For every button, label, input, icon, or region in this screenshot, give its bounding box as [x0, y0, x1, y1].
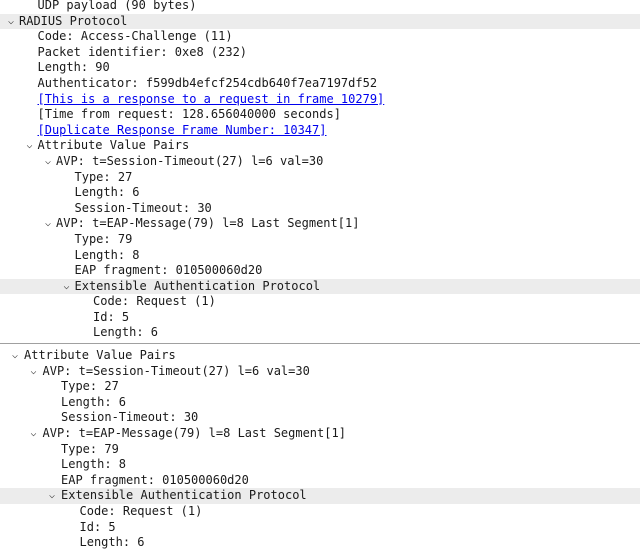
tree-row-radius-protocol[interactable]: ⌵ RADIUS Protocol: [0, 13, 640, 30]
tree-row-label: Id: 5: [93, 309, 130, 324]
tree-row-type-27[interactable]: Type: 27: [0, 379, 640, 395]
tree-row-label: Id: 5: [79, 519, 116, 534]
tree-row-length-8[interactable]: Length: 8: [0, 457, 640, 473]
expand-toggle-icon[interactable]: ⌵: [28, 426, 40, 442]
expand-toggle-icon[interactable]: ⌵: [61, 279, 73, 295]
tree-row-label: Session-Timeout: 30: [74, 200, 212, 215]
tree-row-avp-t-eap-message-79-l-8-last-segment-1[interactable]: ⌵ AVP: t=EAP-Message(79) l=8 Last Segment…: [0, 426, 640, 442]
frame-link[interactable]: [This is a response to a request in fram…: [38, 92, 385, 108]
packet-details-tree-bottom[interactable]: ⌵ Attribute Value Pairs ⌵ AVP: t=Session-Ti…: [0, 347, 640, 549]
tree-row-label: Length: 6: [74, 185, 140, 200]
tree-row-time-from-request-128-656040000-seconds[interactable]: [Time from request: 128.656040000 second…: [0, 107, 640, 123]
expand-toggle-icon[interactable]: ⌵: [9, 348, 21, 364]
tree-row-this-is-a-response-to-a-request-in-frame[interactable]: [This is a response to a request in fram…: [0, 92, 640, 108]
tree-row-udp-payload-90-bytes[interactable]: UDP payload (90 bytes): [0, 0, 640, 14]
tree-row-label: UDP payload (90 bytes): [37, 0, 197, 12]
tree-row-label: Length: 8: [74, 247, 140, 262]
tree-row-label: Type: 27: [61, 379, 119, 394]
tree-row-eap-fragment-010500060d20[interactable]: EAP fragment: 010500060d20: [0, 263, 640, 279]
tree-row-label: Authenticator: f599db4efcf254cdb640f7ea7…: [37, 75, 378, 90]
tree-row-session-timeout-30[interactable]: Session-Timeout: 30: [0, 201, 640, 217]
tree-row-label: AVP: t=Session-Timeout(27) l=6 val=30: [42, 363, 310, 378]
tree-row-attribute-value-pairs[interactable]: ⌵ Attribute Value Pairs: [0, 138, 640, 154]
tree-row-label: Length: 6: [61, 394, 127, 409]
tree-row-length-8[interactable]: Length: 8: [0, 248, 640, 264]
expand-toggle-icon[interactable]: ⌵: [24, 138, 36, 154]
tree-row-extensible-authentication-protocol[interactable]: ⌵ Extensible Authentication Protocol: [0, 278, 640, 295]
tree-row-code-access-challenge-11[interactable]: Code: Access-Challenge (11): [0, 29, 640, 45]
expand-toggle-icon[interactable]: ⌵: [42, 154, 54, 170]
tree-row-label: AVP: t=Session-Timeout(27) l=6 val=30: [56, 153, 324, 168]
tree-row-label: Attribute Value Pairs: [37, 138, 190, 153]
tree-row-label: Type: 27: [74, 169, 133, 184]
tree-row-label: Length: 90: [37, 60, 110, 75]
tree-row-extensible-authentication-protocol[interactable]: ⌵ Extensible Authentication Protocol: [0, 488, 640, 504]
tree-row-length-6[interactable]: Length: 6: [0, 185, 640, 201]
tree-row-id-5[interactable]: Id: 5: [0, 310, 640, 326]
tree-row-length-90[interactable]: Length: 90: [0, 60, 640, 76]
tree-row-label: Length: 6: [79, 535, 145, 549]
tree-row-label: Extensible Authentication Protocol: [74, 278, 321, 293]
tree-row-label: Session-Timeout: 30: [61, 410, 199, 425]
tree-row-label: RADIUS Protocol: [19, 13, 128, 28]
tree-row-label: Length: 6: [93, 325, 159, 340]
tree-row-label: AVP: t=EAP-Message(79) l=8 Last Segment[…: [56, 216, 360, 231]
tree-row-eap-fragment-010500060d20[interactable]: EAP fragment: 010500060d20: [0, 473, 640, 489]
tree-row-label: Extensible Authentication Protocol: [61, 488, 307, 503]
tree-row-label: Length: 8: [61, 457, 127, 472]
tree-row-label: Code: Request (1): [79, 503, 203, 518]
tree-row-label: Code: Access-Challenge (11): [37, 29, 233, 44]
expand-toggle-icon[interactable]: ⌵: [5, 14, 17, 30]
tree-row-label: AVP: t=EAP-Message(79) l=8 Last Segment[…: [42, 425, 346, 440]
tree-row-label: Packet identifier: 0xe8 (232): [37, 44, 248, 59]
tree-row-avp-t-eap-message-79-l-8-last-segment-1[interactable]: ⌵ AVP: t=EAP-Message(79) l=8 Last Segment…: [0, 216, 640, 232]
tree-row-authenticator-f599db4efcf254cdb640f7ea71[interactable]: Authenticator: f599db4efcf254cdb640f7ea7…: [0, 76, 640, 92]
tree-row-label: Type: 79: [61, 441, 119, 456]
expand-toggle-icon[interactable]: ⌵: [42, 216, 54, 232]
tree-row-length-6[interactable]: Length: 6: [0, 325, 640, 341]
tree-row-avp-t-session-timeout-27-l-6-val-30[interactable]: ⌵ AVP: t=Session-Timeout(27) l=6 val=30: [0, 364, 640, 380]
tree-row-packet-identifier-0xe8-232[interactable]: Packet identifier: 0xe8 (232): [0, 45, 640, 61]
tree-row-label: EAP fragment: 010500060d20: [74, 263, 263, 278]
tree-row-attribute-value-pairs[interactable]: ⌵ Attribute Value Pairs: [0, 348, 640, 364]
tree-row-type-79[interactable]: Type: 79: [0, 442, 640, 458]
tree-row-label: EAP fragment: 010500060d20: [61, 472, 249, 487]
expand-toggle-icon[interactable]: ⌵: [28, 364, 40, 380]
packet-details-tree-top[interactable]: UDP payload (90 bytes) ⌵ RADIUS Protocol Co…: [0, 0, 640, 343]
tree-row-duplicate-response-frame-number-10347[interactable]: [Duplicate Response Frame Number: 10347]: [0, 123, 640, 139]
tree-row-avp-t-session-timeout-27-l-6-val-30[interactable]: ⌵ AVP: t=Session-Timeout(27) l=6 val=30: [0, 154, 640, 170]
frame-link[interactable]: [Duplicate Response Frame Number: 10347]: [38, 123, 327, 139]
tree-row-id-5[interactable]: Id: 5: [0, 520, 640, 536]
tree-row-label: Type: 79: [74, 231, 133, 246]
tree-row-code-request-1[interactable]: Code: Request (1): [0, 294, 640, 310]
tree-row-length-6[interactable]: Length: 6: [0, 395, 640, 411]
tree-row-label: Code: Request (1): [93, 294, 216, 309]
tree-row-session-timeout-30[interactable]: Session-Timeout: 30: [0, 410, 640, 426]
tree-row-type-27[interactable]: Type: 27: [0, 170, 640, 186]
tree-row-code-request-1[interactable]: Code: Request (1): [0, 504, 640, 520]
tree-row-type-79[interactable]: Type: 79: [0, 232, 640, 248]
expand-toggle-icon[interactable]: ⌵: [46, 488, 58, 504]
tree-row-label: [Time from request: 128.656040000 second…: [37, 107, 341, 122]
tree-row-label: Attribute Value Pairs: [24, 348, 176, 362]
tree-row-length-6[interactable]: Length: 6: [0, 535, 640, 549]
